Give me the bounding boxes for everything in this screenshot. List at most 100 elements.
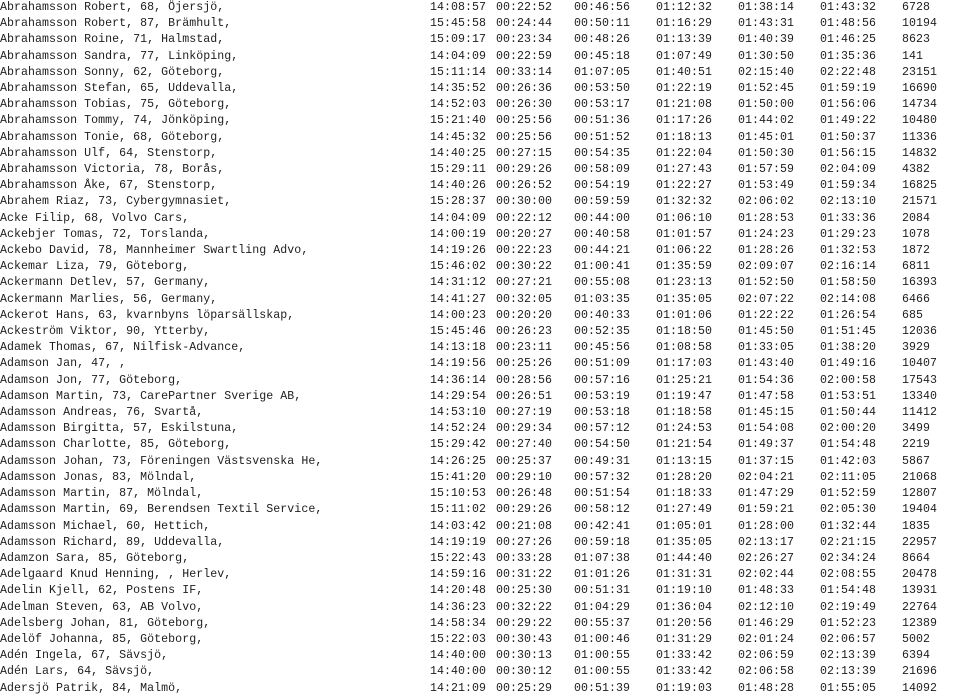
cell-finish-time: 02:14:08 bbox=[820, 292, 877, 306]
cell-split-1: 00:23:34 bbox=[496, 33, 553, 47]
cell-runner: Abrahamsson Ulf, 64, Stenstorp, bbox=[0, 146, 218, 160]
cell-split-1: 00:27:19 bbox=[496, 406, 553, 420]
cell-split-2: 01:00:55 bbox=[574, 649, 631, 663]
table-row: Adamsson Michael, 60, Hettich, 14:03:42 00… bbox=[0, 519, 960, 535]
cell-split-2: 01:01:26 bbox=[574, 568, 631, 582]
table-row: Ackermann Detlev, 57, Germany, 14:31:12 00… bbox=[0, 275, 960, 291]
cell-start-time: 14:19:56 bbox=[430, 357, 487, 371]
cell-split-1: 00:23:11 bbox=[496, 341, 553, 355]
cell-split-3: 01:33:42 bbox=[656, 649, 713, 663]
cell-start-time: 15:21:40 bbox=[430, 114, 487, 128]
table-row: Ackebo David, 78, Mannheimer Swartling A… bbox=[0, 243, 960, 259]
cell-split-1: 00:26:51 bbox=[496, 389, 553, 403]
cell-split-4: 01:49:37 bbox=[738, 438, 795, 452]
cell-runner: Adamsson Johan, 73, Föreningen Västsvens… bbox=[0, 454, 323, 468]
cell-place: 6728 bbox=[902, 1, 931, 14]
cell-runner: Ackerot Hans, 63, kvarnbyns löparsällska… bbox=[0, 308, 295, 322]
cell-split-1: 00:29:34 bbox=[496, 422, 553, 436]
cell-start-time: 15:28:37 bbox=[430, 195, 487, 209]
table-row: Adelsberg Johan, 81, Göteborg, 14:58:34 00… bbox=[0, 616, 960, 632]
cell-finish-time: 02:05:30 bbox=[820, 503, 877, 517]
cell-split-4: 01:22:22 bbox=[738, 308, 795, 322]
cell-split-4: 01:38:14 bbox=[738, 1, 795, 14]
cell-split-2: 00:44:00 bbox=[574, 211, 631, 225]
cell-split-4: 02:12:10 bbox=[738, 600, 795, 614]
cell-split-3: 01:35:59 bbox=[656, 260, 713, 274]
cell-split-2: 00:45:18 bbox=[574, 49, 631, 63]
cell-finish-time: 01:50:37 bbox=[820, 130, 877, 144]
cell-place: 10480 bbox=[902, 114, 938, 128]
cell-split-2: 00:50:11 bbox=[574, 17, 631, 31]
cell-split-2: 00:51:31 bbox=[574, 584, 631, 598]
cell-split-4: 02:02:44 bbox=[738, 568, 795, 582]
cell-place: 1078 bbox=[902, 227, 931, 241]
cell-place: 14092 bbox=[902, 681, 938, 695]
cell-start-time: 14:29:54 bbox=[430, 389, 487, 403]
cell-split-1: 00:30:00 bbox=[496, 195, 553, 209]
cell-split-3: 01:19:10 bbox=[656, 584, 713, 598]
cell-split-3: 01:16:29 bbox=[656, 17, 713, 31]
cell-split-1: 00:26:30 bbox=[496, 98, 553, 112]
cell-finish-time: 01:26:54 bbox=[820, 308, 877, 322]
cell-runner: Abrahamsson Tommy, 74, Jönköping, bbox=[0, 114, 232, 128]
cell-runner: Adamsson Martin, 69, Berendsen Textil Se… bbox=[0, 503, 323, 517]
table-row: Adén Ingela, 67, Sävsjö, 14:40:00 00:30:13… bbox=[0, 648, 960, 664]
cell-split-1: 00:30:12 bbox=[496, 665, 553, 679]
table-row: Adelin Kjell, 62, Postens IF, 14:20:48 00:… bbox=[0, 583, 960, 599]
cell-finish-time: 01:49:16 bbox=[820, 357, 877, 371]
cell-finish-time: 01:32:44 bbox=[820, 519, 877, 533]
cell-runner: Abrahamsson Åke, 67, Stenstorp, bbox=[0, 179, 218, 193]
cell-finish-time: 02:04:09 bbox=[820, 163, 877, 177]
cell-split-3: 01:24:53 bbox=[656, 422, 713, 436]
cell-split-1: 00:25:56 bbox=[496, 130, 553, 144]
cell-start-time: 14:04:09 bbox=[430, 211, 487, 225]
cell-start-time: 15:29:11 bbox=[430, 163, 487, 177]
cell-finish-time: 01:58:50 bbox=[820, 276, 877, 290]
cell-place: 12807 bbox=[902, 487, 938, 501]
cell-finish-time: 01:49:22 bbox=[820, 114, 877, 128]
cell-split-4: 01:30:50 bbox=[738, 49, 795, 63]
cell-split-3: 01:01:57 bbox=[656, 227, 713, 241]
cell-split-2: 00:55:08 bbox=[574, 276, 631, 290]
cell-place: 141 bbox=[902, 49, 924, 63]
table-row: Adelöf Johanna, 85, Göteborg, 15:22:03 00:… bbox=[0, 632, 960, 648]
cell-split-4: 01:47:29 bbox=[738, 487, 795, 501]
cell-split-4: 01:43:31 bbox=[738, 17, 795, 31]
table-row: Ackebjer Tomas, 72, Torslanda, 14:00:19 00… bbox=[0, 227, 960, 243]
table-row: Adamsson Charlotte, 85, Göteborg, 15:29:4… bbox=[0, 437, 960, 453]
cell-start-time: 14:03:42 bbox=[430, 519, 487, 533]
table-row: Abrahamsson Ulf, 64, Stenstorp, 14:40:25 0… bbox=[0, 146, 960, 162]
cell-split-1: 00:30:43 bbox=[496, 632, 553, 646]
cell-runner: Abrahamsson Victoria, 78, Borås, bbox=[0, 163, 225, 177]
cell-place: 21571 bbox=[902, 195, 938, 209]
table-row: Abrahem Riaz, 73, Cybergymnasiet, 15:28:3… bbox=[0, 194, 960, 210]
cell-split-3: 01:20:56 bbox=[656, 616, 713, 630]
cell-runner: Adelman Steven, 63, AB Volvo, bbox=[0, 600, 204, 614]
cell-place: 14832 bbox=[902, 146, 938, 160]
table-row: Abrahamsson Tonie, 68, Göteborg, 14:45:32… bbox=[0, 130, 960, 146]
table-row: Abrahamsson Roine, 71, Halmstad, 15:09:17… bbox=[0, 32, 960, 48]
cell-runner: Adelgaard Knud Henning, , Herlev, bbox=[0, 568, 232, 582]
cell-split-3: 01:21:54 bbox=[656, 438, 713, 452]
cell-start-time: 14:00:19 bbox=[430, 227, 487, 241]
cell-split-1: 00:20:20 bbox=[496, 308, 553, 322]
cell-split-1: 00:30:22 bbox=[496, 260, 553, 274]
cell-split-3: 01:27:49 bbox=[656, 503, 713, 517]
cell-place: 6466 bbox=[902, 292, 931, 306]
cell-finish-time: 01:56:15 bbox=[820, 146, 877, 160]
cell-split-3: 01:25:21 bbox=[656, 373, 713, 387]
cell-runner: Adén Ingela, 67, Sävsjö, bbox=[0, 649, 169, 663]
table-row: Adelman Steven, 63, AB Volvo, 14:36:23 00:… bbox=[0, 600, 960, 616]
cell-start-time: 14:40:26 bbox=[430, 179, 487, 193]
cell-finish-time: 01:32:53 bbox=[820, 244, 877, 258]
cell-split-1: 00:21:08 bbox=[496, 519, 553, 533]
cell-split-4: 01:28:26 bbox=[738, 244, 795, 258]
cell-split-4: 01:44:02 bbox=[738, 114, 795, 128]
cell-split-1: 00:27:15 bbox=[496, 146, 553, 160]
cell-finish-time: 01:43:32 bbox=[820, 1, 877, 14]
cell-split-4: 01:54:08 bbox=[738, 422, 795, 436]
cell-finish-time: 01:48:56 bbox=[820, 17, 877, 31]
cell-split-2: 00:51:36 bbox=[574, 114, 631, 128]
cell-runner: Ackeström Viktor, 90, Ytterby, bbox=[0, 325, 211, 339]
cell-split-4: 01:28:53 bbox=[738, 211, 795, 225]
